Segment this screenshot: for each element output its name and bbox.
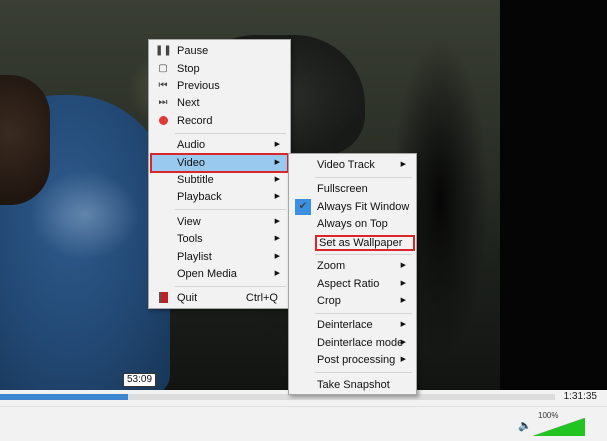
menu-item-fullscreen[interactable]: Fullscreen (291, 180, 414, 198)
menu-item-always-on-top[interactable]: Always on Top (291, 215, 414, 233)
submenu-arrow-icon: ▶ (400, 262, 406, 269)
speaker-icon[interactable]: 🔈 (518, 419, 532, 432)
shirt-pattern (30, 170, 140, 260)
menu-item-post-processing[interactable]: Post processing ▶ (291, 351, 414, 369)
menu-item-zoom[interactable]: Zoom ▶ (291, 257, 414, 275)
submenu-arrow-icon: ▶ (274, 270, 280, 277)
menu-item-crop[interactable]: Crop ▶ (291, 292, 414, 310)
menu-item-tools[interactable]: Tools ▶ (151, 230, 288, 248)
menu-item-next[interactable]: ⏭ Next (151, 94, 288, 112)
menu-item-playlist[interactable]: Playlist ▶ (151, 248, 288, 266)
submenu-arrow-icon: ▶ (400, 297, 406, 304)
pause-icon: ❚❚ (155, 45, 172, 56)
menu-item-view[interactable]: View ▶ (151, 213, 288, 231)
letterbox-bar (500, 0, 607, 390)
video-submenu: Video Track ▶ Fullscreen ✔ Always Fit Wi… (288, 153, 417, 395)
menu-item-deinterlace[interactable]: Deinterlace ▶ (291, 316, 414, 334)
quit-shortcut: Ctrl+Q (245, 292, 278, 304)
context-menu: ❚❚ Pause ▢ Stop ⏮ Previous ⏭ Next Record… (148, 39, 291, 309)
submenu-arrow-icon: ▶ (274, 235, 280, 242)
menu-item-video-track[interactable]: Video Track ▶ (291, 156, 414, 174)
menu-item-set-as-wallpaper[interactable]: Set as Wallpaper (291, 233, 415, 251)
stop-icon: ▢ (158, 63, 168, 74)
menu-separator (315, 177, 412, 178)
menu-item-open-media[interactable]: Open Media ▶ (151, 265, 288, 283)
menu-item-pause[interactable]: ❚❚ Pause (151, 42, 288, 60)
menu-item-record[interactable]: Record (151, 112, 288, 130)
menu-item-quit[interactable]: Quit Ctrl+Q (151, 289, 288, 307)
previous-icon: ⏮ (158, 80, 168, 91)
menu-item-deinterlace-mode[interactable]: Deinterlace mode ▶ (291, 334, 414, 352)
menu-separator (315, 372, 412, 373)
submenu-arrow-icon: ▶ (274, 159, 280, 166)
menu-item-playback[interactable]: Playback ▶ (151, 188, 288, 206)
submenu-arrow-icon: ▶ (400, 339, 406, 346)
menu-item-take-snapshot[interactable]: Take Snapshot (291, 376, 414, 394)
submenu-arrow-icon: ▶ (274, 176, 280, 183)
submenu-arrow-icon: ▶ (274, 141, 280, 148)
control-bar: 🔈 100% (0, 406, 607, 441)
record-icon (155, 112, 171, 132)
menu-item-subtitle[interactable]: Subtitle ▶ (151, 171, 288, 189)
menu-item-previous[interactable]: ⏮ Previous (151, 77, 288, 95)
total-duration: 1:31:35 (563, 391, 597, 402)
seek-progress (0, 394, 128, 400)
menu-separator (315, 313, 412, 314)
submenu-arrow-icon: ▶ (400, 280, 406, 287)
menu-separator (315, 254, 412, 255)
menu-item-audio[interactable]: Audio ▶ (151, 136, 288, 154)
volume-slider[interactable] (533, 418, 585, 436)
menu-separator (175, 286, 286, 287)
checkmark-icon: ✔ (295, 199, 311, 215)
seek-slider[interactable] (0, 394, 555, 400)
menu-separator (175, 133, 286, 134)
menu-item-video[interactable]: Video ▶ (150, 153, 289, 173)
submenu-arrow-icon: ▶ (274, 193, 280, 200)
menu-separator (175, 209, 286, 210)
submenu-arrow-icon: ▶ (274, 218, 280, 225)
quit-icon (155, 289, 171, 310)
next-icon: ⏭ (158, 97, 168, 108)
seek-time-tooltip: 53:09 (123, 373, 157, 387)
submenu-arrow-icon: ▶ (400, 161, 406, 168)
submenu-arrow-icon: ▶ (400, 356, 406, 363)
menu-item-stop[interactable]: ▢ Stop (151, 60, 288, 78)
submenu-arrow-icon: ▶ (274, 253, 280, 260)
submenu-arrow-icon: ▶ (400, 321, 406, 328)
menu-item-aspect-ratio[interactable]: Aspect Ratio ▶ (291, 275, 414, 293)
menu-item-always-fit-window[interactable]: ✔ Always Fit Window (291, 198, 414, 216)
